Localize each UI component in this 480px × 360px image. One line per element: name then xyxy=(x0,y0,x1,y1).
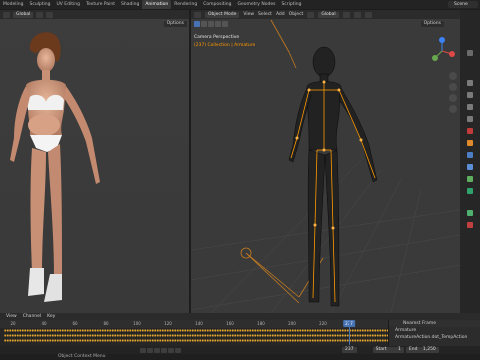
frame-tick: 220 xyxy=(319,321,327,326)
next-keyframe-icon[interactable] xyxy=(168,347,174,353)
end-frame-field[interactable]: End 1,250 xyxy=(405,347,439,353)
frame-tick: 20 xyxy=(10,321,16,326)
scene-selector[interactable]: Scene xyxy=(448,1,478,8)
jump-start-icon[interactable] xyxy=(140,347,146,353)
world-tab-icon[interactable] xyxy=(467,128,473,134)
frame-tick: 140 xyxy=(195,321,203,326)
play-icon[interactable] xyxy=(161,347,167,353)
physics-tab-icon[interactable] xyxy=(467,164,473,170)
object-tab-icon[interactable] xyxy=(467,140,473,146)
timeline-header: View Channel Key xyxy=(0,313,480,320)
tab-texture-paint[interactable]: Texture Paint xyxy=(83,0,118,9)
playback-controls: 237 Start 1 End 1,250 xyxy=(0,346,480,354)
timeline-editor[interactable]: View Channel Key 20 40 60 80 100 120 140… xyxy=(0,313,480,360)
material-tab-icon[interactable] xyxy=(467,222,473,228)
constraint-tab-icon[interactable] xyxy=(467,176,473,182)
pan-icon[interactable] xyxy=(449,83,457,91)
3d-viewport[interactable]: Object Mode View Select Add Object Globa… xyxy=(191,10,460,313)
menu-channel[interactable]: Channel xyxy=(23,314,41,319)
tool-tab-icon[interactable] xyxy=(467,50,473,56)
frame-tick: 40 xyxy=(41,321,47,326)
end-value: 1,250 xyxy=(422,347,436,352)
menu-view[interactable]: View xyxy=(6,314,17,319)
status-bar: Object Context Menu xyxy=(0,354,480,360)
tab-animation[interactable]: Animation xyxy=(142,0,172,9)
start-value: 1 xyxy=(398,347,401,352)
prev-keyframe-icon[interactable] xyxy=(147,347,153,353)
keyframe-row[interactable] xyxy=(4,339,388,342)
start-label: Start xyxy=(375,347,387,352)
keyframe-row[interactable] xyxy=(4,334,388,337)
play-reverse-icon[interactable] xyxy=(154,347,160,353)
camera-view-icon[interactable] xyxy=(449,94,457,102)
rendered-character xyxy=(10,32,100,302)
render-tab-icon[interactable] xyxy=(467,80,473,86)
tab-sculpting[interactable]: Sculpting xyxy=(26,0,53,9)
frame-tick: 100 xyxy=(133,321,141,326)
action-name[interactable]: ArmatureAction.dot_TempAction xyxy=(389,334,480,341)
tab-uv-editing[interactable]: UV Editing xyxy=(54,0,83,9)
bone-tab-icon[interactable] xyxy=(467,210,473,216)
zoom-icon[interactable] xyxy=(449,72,457,80)
tab-modeling[interactable]: Modeling xyxy=(0,0,26,9)
frame-tick: 160 xyxy=(226,321,234,326)
jump-end-icon[interactable] xyxy=(175,347,181,353)
keyframe-row[interactable] xyxy=(4,329,388,332)
render-preview-viewport[interactable]: Global Options xyxy=(0,10,189,313)
playhead[interactable] xyxy=(349,320,350,345)
tab-compositing[interactable]: Compositing xyxy=(200,0,234,9)
tab-scripting[interactable]: Scripting xyxy=(278,0,304,9)
frame-tick: 200 xyxy=(288,321,296,326)
scene-tab-icon[interactable] xyxy=(467,116,473,122)
frame-tick: 120 xyxy=(164,321,172,326)
frame-tick: 60 xyxy=(72,321,78,326)
menu-key[interactable]: Key xyxy=(47,314,55,319)
tab-geometry-nodes[interactable]: Geometry Nodes xyxy=(234,0,278,9)
frame-tick: 80 xyxy=(103,321,109,326)
output-tab-icon[interactable] xyxy=(467,92,473,98)
start-frame-field[interactable]: Start 1 xyxy=(372,347,404,353)
action-panel: Nearest Frame Armature ArmatureAction.do… xyxy=(388,320,480,346)
navigation-gizmo[interactable] xyxy=(427,36,457,66)
frame-tick: 180 xyxy=(257,321,265,326)
interpolation-dropdown[interactable]: Nearest Frame xyxy=(389,320,480,327)
tab-shading[interactable]: Shading xyxy=(118,0,142,9)
object-name: Armature xyxy=(395,328,417,333)
workspace-tab-bar: Modeling Sculpting UV Editing Texture Pa… xyxy=(0,0,480,9)
perspective-toggle-icon[interactable] xyxy=(449,105,457,113)
data-tab-icon[interactable] xyxy=(467,188,473,194)
current-frame-field[interactable]: 237 xyxy=(342,347,357,353)
modifier-tab-icon[interactable] xyxy=(467,152,473,158)
view-layer-tab-icon[interactable] xyxy=(467,104,473,110)
armature-wireframe xyxy=(191,19,460,313)
frame-ruler[interactable]: 20 40 60 80 100 120 140 160 180 200 220 … xyxy=(0,320,388,328)
tab-rendering[interactable]: Rendering xyxy=(171,0,200,9)
properties-tab-strip xyxy=(460,10,480,313)
end-label: End xyxy=(408,347,418,352)
